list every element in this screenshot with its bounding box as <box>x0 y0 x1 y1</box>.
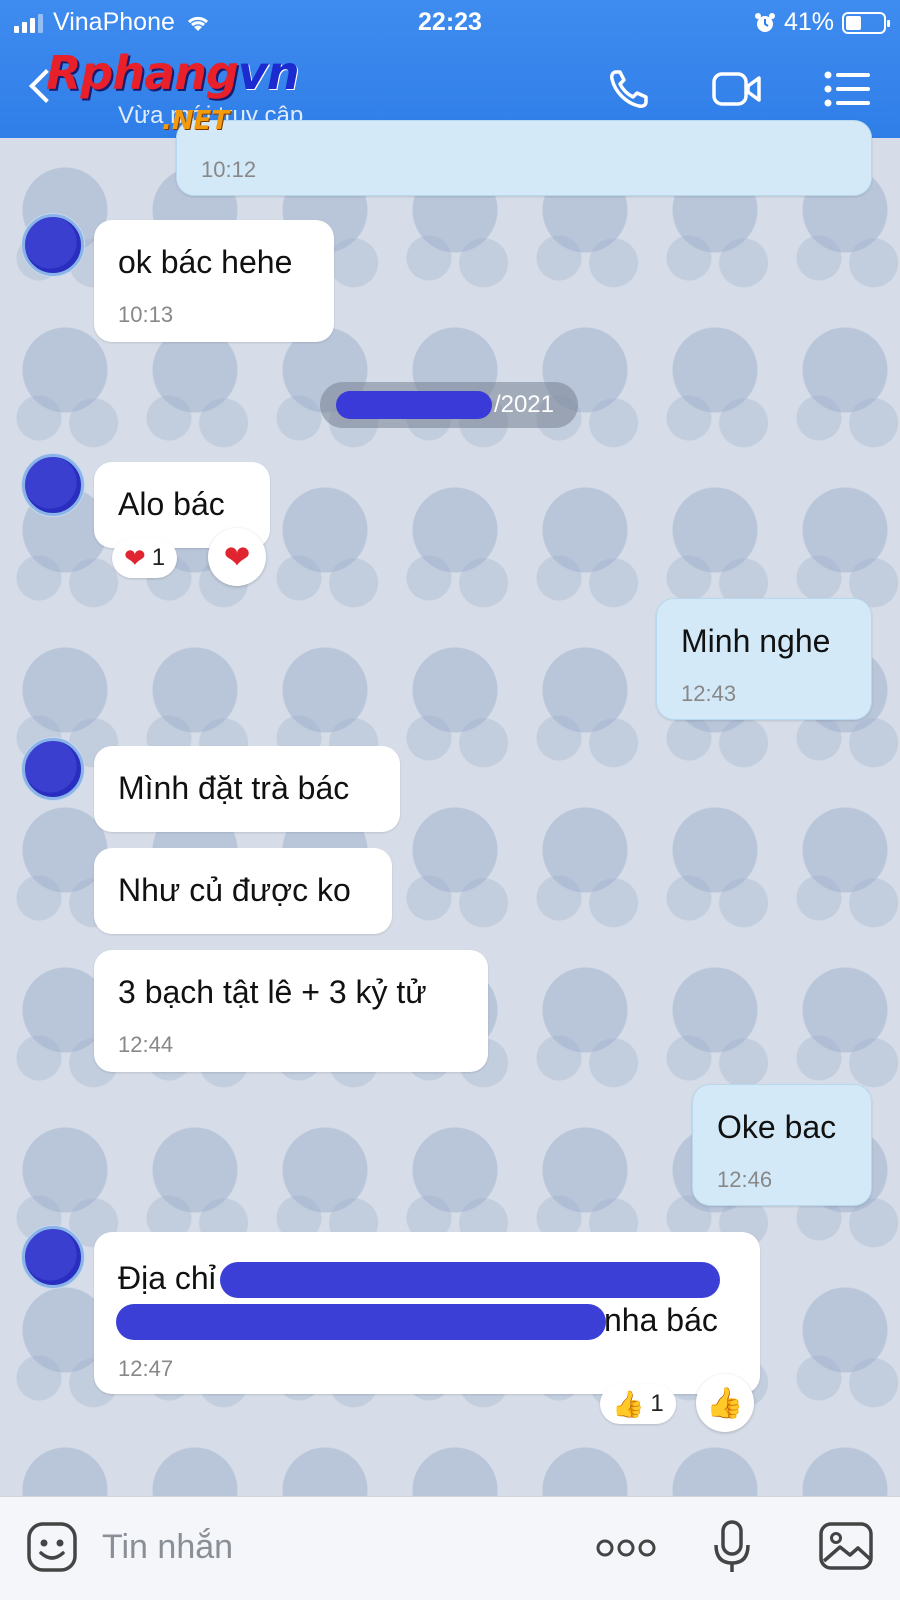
message-bubble[interactable]: Như củ được ko <box>94 848 392 934</box>
avatar[interactable] <box>22 454 84 516</box>
message-bubble[interactable]: Địa chỉ nha bác 12:47 <box>94 1232 760 1394</box>
image-gallery-icon[interactable] <box>818 1521 874 1571</box>
message-bubble-own[interactable]: Oke bac 12:46 <box>692 1084 872 1206</box>
site-watermark-logo: Rphangvn <box>46 46 300 100</box>
alarm-icon <box>754 12 775 32</box>
microphone-icon[interactable] <box>712 1519 752 1575</box>
message-text: Mình đặt trà bác <box>118 770 350 806</box>
phone-call-icon[interactable] <box>606 66 656 112</box>
heart-icon: ❤ <box>223 539 251 575</box>
message-time: 12:47 <box>118 1356 174 1381</box>
message-bubble[interactable]: Mình đặt trà bác <box>94 746 400 832</box>
message-time: 12:46 <box>717 1167 773 1192</box>
message-time: 12:44 <box>118 1032 174 1057</box>
more-options-icon[interactable] <box>596 1537 656 1559</box>
message-text: ok bác hehe <box>118 244 293 280</box>
redaction-scribble <box>116 1304 606 1340</box>
thumbs-up-icon: 👍 <box>612 1388 645 1419</box>
video-call-icon[interactable] <box>712 66 762 112</box>
thumbs-up-icon: 👍 <box>706 1386 744 1420</box>
message-text: Minh nghe <box>681 623 831 659</box>
message-text: 3 bạch tật lê + 3 kỷ tử <box>118 974 427 1010</box>
message-time: 10:12 <box>201 157 257 182</box>
status-bar: VinaPhone 22:23 41% <box>0 0 900 46</box>
message-text: Như củ được ko <box>118 872 351 908</box>
site-watermark-suffix: .NET <box>162 106 230 136</box>
message-bubble-partial[interactable]: 10:12 <box>176 120 872 196</box>
message-bubble[interactable]: ok bác hehe 10:13 <box>94 220 334 342</box>
message-bubble-own[interactable]: Minh nghe 12:43 <box>656 598 872 720</box>
status-right: 41% <box>754 8 890 37</box>
message-text-line1: Địa chỉ <box>118 1260 216 1296</box>
redaction-scribble <box>336 391 492 419</box>
avatar[interactable] <box>22 738 84 800</box>
react-button[interactable]: ❤ <box>208 528 266 586</box>
message-text: Oke bac <box>717 1109 837 1145</box>
chat-header: VinaPhone 22:23 41% Vừa mới truy cập Rph… <box>0 0 900 138</box>
message-text: Alo bác <box>118 486 225 522</box>
battery-icon <box>842 11 890 34</box>
message-time: 10:13 <box>118 302 174 327</box>
message-time: 12:43 <box>681 681 737 706</box>
avatar[interactable] <box>22 214 84 276</box>
avatar[interactable] <box>22 1226 84 1288</box>
battery-percent: 41% <box>783 8 834 36</box>
heart-icon: ❤ <box>124 542 146 573</box>
message-bubble[interactable]: 3 bạch tật lê + 3 kỷ tử 12:44 <box>94 950 488 1072</box>
message-input[interactable] <box>102 1521 542 1573</box>
menu-list-icon[interactable] <box>824 66 874 112</box>
date-label: /2021 <box>493 391 554 418</box>
message-text-line2: nha bác <box>604 1302 718 1338</box>
react-button[interactable]: 👍 <box>696 1374 754 1432</box>
message-composer <box>0 1496 900 1600</box>
reaction-summary[interactable]: 👍 1 <box>600 1384 676 1424</box>
reaction-summary[interactable]: ❤ 1 <box>112 538 178 578</box>
redaction-scribble <box>220 1262 720 1298</box>
date-separator: /2021 <box>320 382 578 428</box>
reaction-count: 1 <box>650 1390 664 1417</box>
reaction-count: 1 <box>151 544 166 571</box>
sticker-emoji-icon[interactable] <box>26 1521 78 1573</box>
